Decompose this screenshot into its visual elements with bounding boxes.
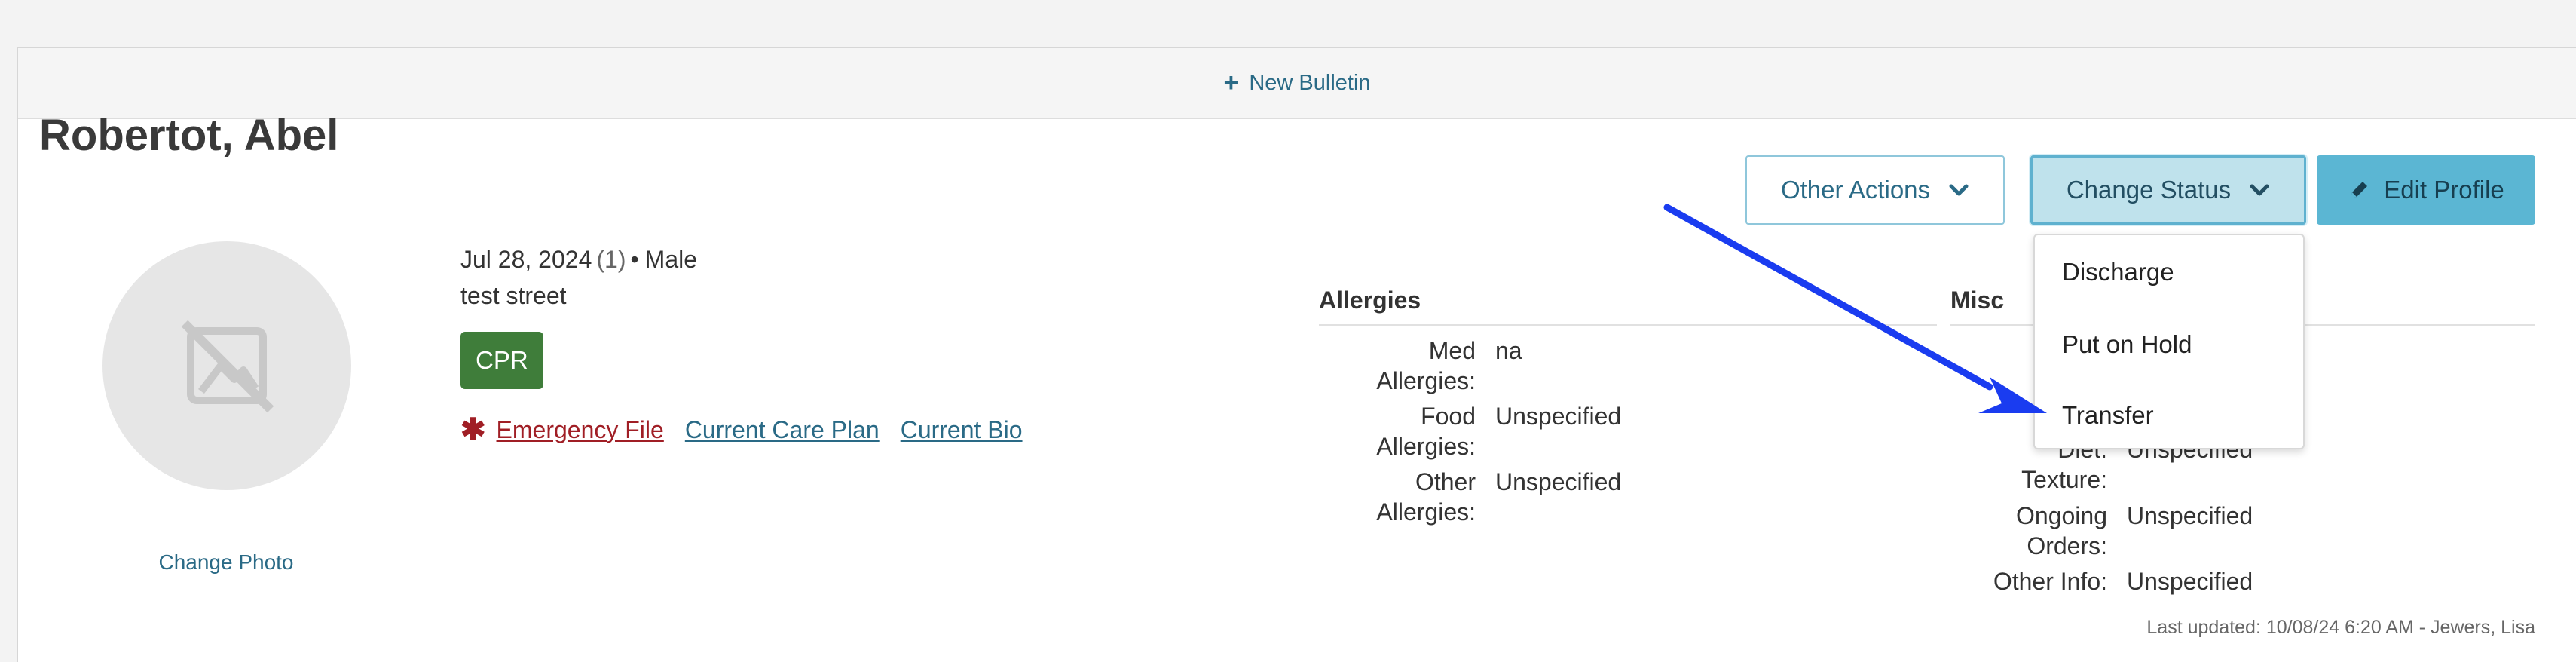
allergy-value-food: Unspecified	[1495, 403, 1622, 430]
pencil-icon	[2351, 182, 2368, 198]
other-actions-label: Other Actions	[1780, 176, 1931, 204]
new-bulletin-label: New Bulletin	[1249, 70, 1371, 95]
menu-item-put-on-hold[interactable]: Put on Hold	[2062, 330, 2192, 359]
change-status-button[interactable]: Change Status	[2030, 155, 2306, 225]
cpr-badge: CPR	[460, 332, 543, 389]
other-actions-button[interactable]: Other Actions	[1745, 155, 2005, 225]
asterisk-icon: ✱	[460, 413, 486, 446]
emergency-file-link[interactable]: Emergency File	[497, 416, 664, 444]
address: test street	[460, 281, 567, 309]
menu-item-discharge[interactable]: Discharge	[2062, 258, 2174, 287]
misc-value-ongoing-orders: Unspecified	[2127, 502, 2253, 529]
bullet-separator: •	[630, 245, 639, 273]
plus-icon: +	[1223, 69, 1239, 97]
edit-profile-button[interactable]: Edit Profile	[2317, 155, 2535, 225]
allergy-label-other: Other Allergies:	[1376, 468, 1476, 526]
sex: Male	[644, 245, 698, 273]
last-updated-text: Last updated: 10/08/24 6:20 AM - Jewers,…	[2146, 617, 2535, 638]
allergies-divider	[1319, 324, 1937, 326]
allergy-label-med: Med Allergies:	[1376, 337, 1476, 394]
menu-item-transfer[interactable]: Transfer	[2062, 401, 2154, 430]
resident-info: Jul 28, 2024 (1) • Male test street	[460, 241, 697, 314]
misc-value-other-info: Unspecified	[2127, 568, 2253, 595]
no-image-icon	[181, 320, 274, 413]
resident-name: Robertot, Abel	[39, 111, 339, 160]
care-plan-link[interactable]: Current Care Plan	[685, 416, 880, 444]
avatar[interactable]	[102, 241, 351, 490]
chevron-down-icon	[2250, 184, 2269, 196]
allergy-label-food: Food Allergies:	[1376, 403, 1476, 460]
chevron-down-icon	[1949, 184, 1969, 196]
new-bulletin-button[interactable]: + New Bulletin	[18, 48, 2576, 119]
allergies-title: Allergies	[1319, 287, 1421, 314]
age: (1)	[596, 245, 626, 273]
change-photo-link[interactable]: Change Photo	[75, 550, 377, 575]
change-status-menu: Discharge Put on Hold Transfer	[2033, 234, 2305, 449]
bio-link[interactable]: Current Bio	[901, 416, 1023, 444]
allergy-value-med: na	[1495, 337, 1522, 364]
dob: Jul 28, 2024	[460, 245, 592, 273]
document-links: ✱ Emergency File Current Care Plan Curre…	[460, 415, 1044, 445]
misc-label-ongoing-orders: Ongoing Orders:	[2016, 502, 2107, 559]
allergy-value-other: Unspecified	[1495, 468, 1622, 495]
change-status-label: Change Status	[2066, 176, 2232, 204]
misc-title: Misc	[1950, 287, 2005, 314]
top-strip	[0, 0, 2576, 47]
edit-profile-label: Edit Profile	[2384, 176, 2504, 204]
misc-label-other-info: Other Info:	[1993, 568, 2107, 595]
